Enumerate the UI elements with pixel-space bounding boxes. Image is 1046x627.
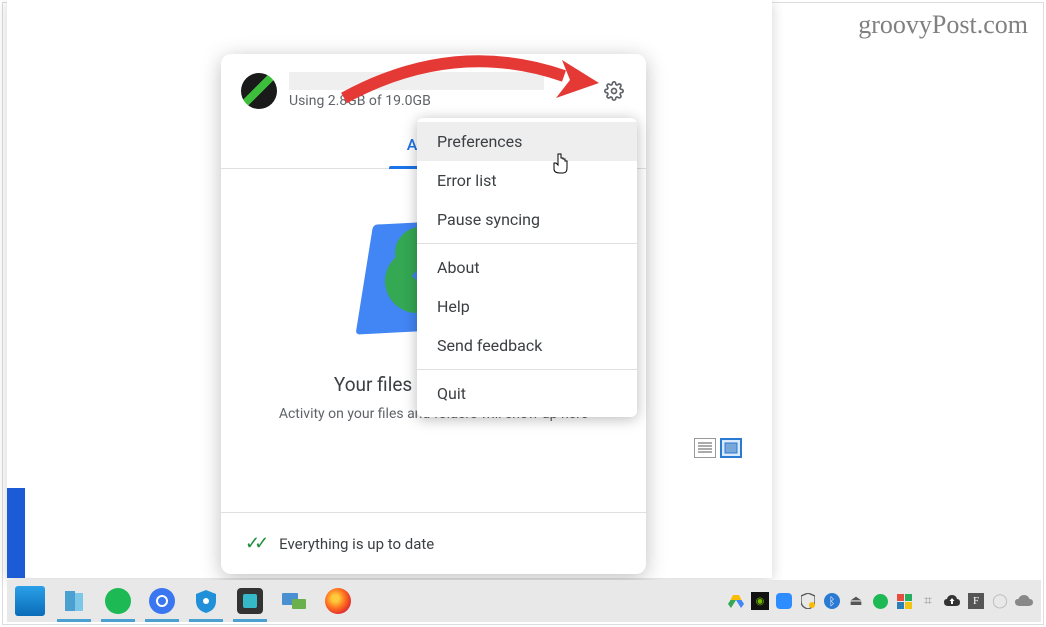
windows-taskbar: ◉ ᛒ ⏏ ⌗ F ◯ [7, 580, 1041, 622]
taskbar-desktop-icon[interactable] [15, 586, 45, 616]
tray-powertoys-icon[interactable] [895, 592, 913, 610]
menu-item-preferences[interactable]: Preferences [417, 122, 637, 161]
view-toggle-group [694, 438, 742, 458]
background-window-edge [7, 488, 25, 578]
popup-header: Using 2.8GB of 19.0GB [221, 54, 646, 117]
tray-bluetooth-icon[interactable]: ᛒ [823, 592, 841, 610]
taskbar-vpn-icon[interactable] [191, 586, 221, 616]
avatar[interactable] [241, 73, 277, 109]
tray-onedrive-icon[interactable] [1015, 592, 1033, 610]
gear-icon[interactable] [602, 79, 626, 103]
tray-usb-icon[interactable]: ⏏ [847, 592, 865, 610]
tray-cloud-upload-icon[interactable] [943, 592, 961, 610]
menu-item-help[interactable]: Help [417, 287, 637, 326]
tray-shield-icon[interactable] [799, 592, 817, 610]
menu-item-pause-syncing[interactable]: Pause syncing [417, 200, 637, 239]
tray-circle-icon[interactable]: ◯ [991, 592, 1009, 610]
settings-dropdown-menu: Preferences Error list Pause syncing Abo… [417, 118, 637, 417]
tray-nvidia-icon[interactable]: ◉ [751, 592, 769, 610]
tray-spotify-small-icon[interactable] [871, 592, 889, 610]
taskbar-pinned-apps [15, 586, 353, 616]
tray-feedly-icon[interactable]: F [967, 592, 985, 610]
user-info-block: Using 2.8GB of 19.0GB [289, 72, 602, 109]
taskbar-spotify-icon[interactable] [103, 586, 133, 616]
system-tray: ◉ ᛒ ⏏ ⌗ F ◯ [727, 592, 1033, 610]
taskbar-snagit-icon[interactable] [235, 586, 265, 616]
menu-separator [417, 369, 637, 370]
menu-item-quit[interactable]: Quit [417, 374, 637, 413]
tray-drive-icon[interactable] [727, 592, 745, 610]
tray-slack-icon[interactable]: ⌗ [919, 592, 937, 610]
storage-usage-text: Using 2.8GB of 19.0GB [289, 93, 602, 109]
taskbar-remote-pc-icon[interactable] [279, 586, 309, 616]
menu-item-about[interactable]: About [417, 248, 637, 287]
taskbar-signal-icon[interactable] [147, 586, 177, 616]
taskbar-firefox-icon[interactable] [323, 586, 353, 616]
tray-zoom-icon[interactable] [775, 592, 793, 610]
double-check-icon: ✓✓ [245, 533, 263, 554]
view-thumbnail-icon[interactable] [720, 438, 742, 458]
watermark-text: groovyPost.com [858, 10, 1028, 40]
menu-item-error-list[interactable]: Error list [417, 161, 637, 200]
menu-separator [417, 243, 637, 244]
footer-status-text: Everything is up to date [279, 535, 434, 553]
taskbar-server-icon[interactable] [59, 586, 89, 616]
view-list-icon[interactable] [694, 438, 716, 458]
user-name-redacted [289, 72, 544, 90]
menu-item-send-feedback[interactable]: Send feedback [417, 326, 637, 365]
popup-footer: ✓✓ Everything is up to date [221, 512, 646, 574]
